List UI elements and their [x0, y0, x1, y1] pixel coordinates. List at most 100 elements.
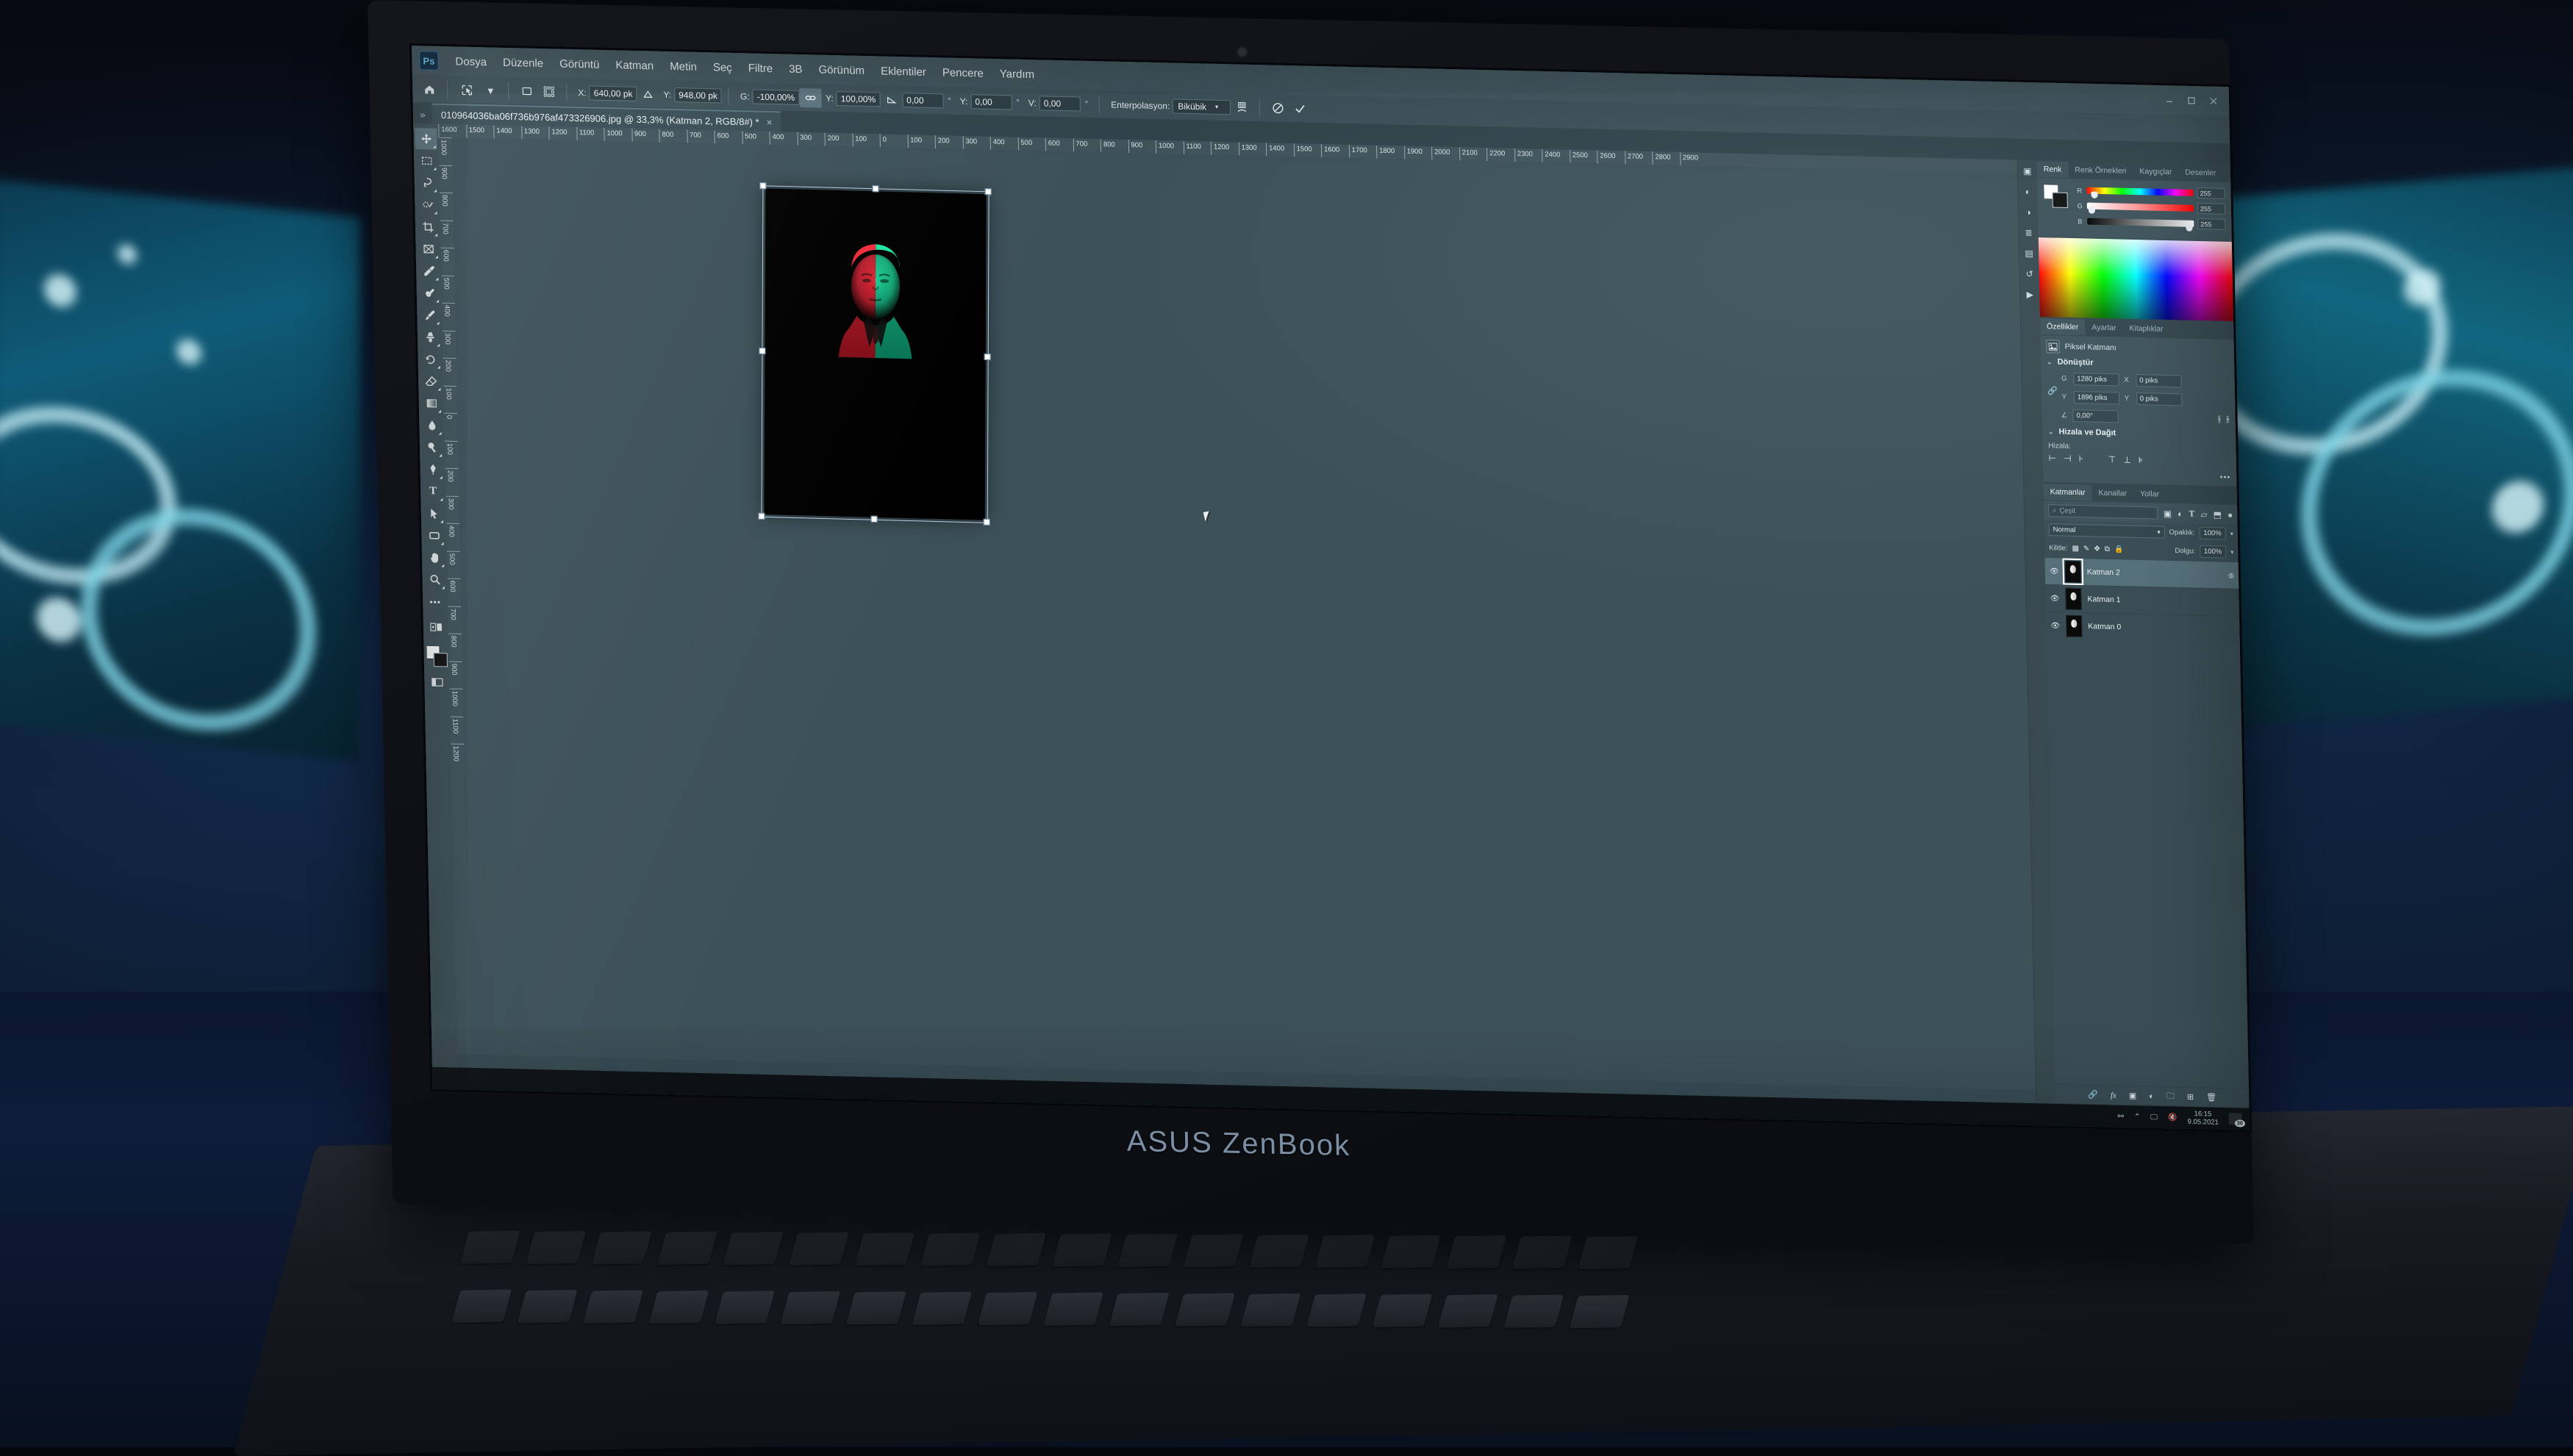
slider-track-r[interactable] — [2086, 187, 2193, 196]
color-panel-swatches[interactable] — [2043, 184, 2072, 209]
color-slider-g[interactable]: G 255 — [2078, 200, 2225, 215]
tab-desenler[interactable]: Desenler — [2178, 164, 2223, 181]
layer-row-katman-2[interactable]: 👁 Katman 2 ◍ — [2044, 557, 2239, 589]
commit-transform-icon[interactable] — [1289, 99, 1311, 119]
adjustment-filter-icon[interactable]: ◐ — [2177, 509, 2183, 519]
new-layer-icon[interactable]: ⊞ — [2187, 1092, 2194, 1102]
type-filter-icon[interactable]: T — [2189, 508, 2194, 519]
adjustment-layer-icon[interactable]: ◐ — [2149, 1091, 2154, 1100]
pixel-filter-icon[interactable]: ▣ — [2164, 508, 2172, 518]
height-field[interactable]: 1896 piks — [2074, 391, 2119, 404]
people-icon[interactable]: ⚯ — [2117, 1112, 2124, 1120]
transform-handle-top-right[interactable] — [985, 188, 992, 195]
layer-row-katman-0[interactable]: 👁 Katman 0 — [2046, 612, 2240, 643]
shape-filter-icon[interactable]: ▱ — [2200, 509, 2208, 519]
skew-h-field[interactable]: 0,00 — [970, 94, 1012, 110]
lock-artboard-icon[interactable]: ⧉ — [2105, 545, 2110, 553]
menu-filtre[interactable]: Filtre — [740, 59, 781, 78]
rectangle-tool[interactable] — [423, 525, 445, 547]
blur-tool[interactable] — [421, 415, 443, 437]
chevron-up-icon[interactable]: ⌃ — [2134, 1113, 2141, 1121]
reference-point-icon[interactable] — [637, 84, 659, 104]
menu-goruntu[interactable]: Görüntü — [551, 54, 608, 74]
move-tool[interactable] — [415, 128, 437, 150]
layer-visibility-icon[interactable]: 👁 — [2050, 567, 2059, 575]
color-icon[interactable]: ◑ — [2025, 207, 2031, 218]
menu-sec[interactable]: Seç — [705, 58, 740, 77]
tab-ayarlar[interactable]: Ayarlar — [2085, 319, 2123, 336]
tab-katmanlar[interactable]: Katmanlar — [2043, 484, 2091, 501]
more-options-icon[interactable]: ••• — [2049, 469, 2230, 482]
slider-track-b[interactable] — [2087, 218, 2194, 227]
clone-stamp-tool[interactable] — [419, 326, 442, 348]
angle-field[interactable]: 0,00° — [2072, 409, 2118, 423]
color-panel-background-swatch[interactable] — [2052, 193, 2067, 208]
minimize-icon[interactable] — [2164, 95, 2175, 105]
transform-handle-middle-right[interactable] — [984, 354, 991, 360]
rotate-angle-icon[interactable] — [880, 90, 903, 110]
lock-position-icon[interactable]: ✥ — [2094, 545, 2100, 553]
filter-toggle-icon[interactable]: ● — [2227, 509, 2233, 520]
close-icon[interactable]: × — [766, 116, 772, 127]
volume-muted-icon[interactable]: 🔇 — [2168, 1113, 2177, 1122]
align-bottom-icon[interactable]: ⊧ — [2139, 455, 2144, 465]
menu-eklentiler[interactable]: Eklentiler — [873, 62, 934, 82]
tab-ozellikler[interactable]: Özellikler — [2040, 318, 2086, 335]
align-right-icon[interactable]: ⊦ — [2079, 453, 2084, 464]
transform-bounding-box[interactable] — [761, 185, 989, 523]
transform-handle-top-left[interactable] — [759, 182, 766, 189]
smart-object-filter-icon[interactable]: ⬒ — [2214, 509, 2222, 520]
menu-yardim[interactable]: Yardım — [992, 64, 1043, 84]
lock-image-icon[interactable]: ✎ — [2083, 545, 2090, 553]
x-field[interactable]: 0 piks — [2136, 374, 2181, 387]
tab-kitapliklar[interactable]: Kitaplıklar — [2122, 320, 2170, 337]
cancel-transform-icon[interactable] — [1267, 98, 1289, 118]
warp-mode-icon[interactable] — [1231, 98, 1253, 118]
expand-panels-icon[interactable]: » — [413, 109, 432, 124]
eyedropper-tool[interactable] — [418, 260, 440, 282]
history-icon[interactable]: ↺ — [2026, 269, 2033, 279]
flip-horizontal-icon[interactable]: ⫲ — [2218, 413, 2221, 424]
path-selection-tool[interactable] — [422, 503, 445, 525]
transform-controls-icon[interactable] — [537, 82, 560, 101]
home-icon[interactable] — [418, 79, 441, 99]
align-center-h-icon[interactable]: ⊣ — [2064, 453, 2072, 464]
close-icon[interactable] — [2208, 96, 2219, 106]
slider-knob-b[interactable] — [2186, 225, 2192, 232]
dodge-tool[interactable] — [421, 437, 444, 459]
transform-handle-top-center[interactable] — [873, 185, 879, 192]
move-tool-preset-icon[interactable] — [454, 80, 480, 100]
lock-all-icon[interactable]: 🔒 — [2114, 545, 2124, 553]
tab-renk[interactable]: Renk — [2037, 161, 2069, 178]
menu-katman[interactable]: Katman — [607, 56, 662, 76]
color-spectrum[interactable] — [2039, 237, 2233, 321]
pen-tool[interactable] — [421, 459, 444, 481]
angle-field[interactable]: 0,00 — [902, 93, 943, 108]
transform-handle-bottom-left[interactable] — [758, 513, 765, 520]
auto-select-icon[interactable] — [515, 82, 538, 101]
align-middle-v-icon[interactable]: ⊥ — [2123, 455, 2131, 465]
edit-toolbar-tool[interactable]: ••• — [424, 591, 447, 613]
align-section-header[interactable]: ⌄ Hizala ve Dağıt — [2048, 427, 2230, 440]
eraser-tool[interactable] — [420, 370, 443, 392]
properties-icon[interactable]: ≣ — [2025, 228, 2032, 238]
slider-knob-g[interactable] — [2089, 207, 2095, 214]
chevron-down-icon[interactable]: ▾ — [2230, 549, 2233, 556]
layer-visibility-icon[interactable]: 👁 — [2050, 595, 2059, 603]
slider-knob-r[interactable] — [2091, 192, 2097, 198]
tab-yollar[interactable]: Yollar — [2133, 486, 2166, 503]
y-field[interactable]: 0 piks — [2136, 392, 2182, 406]
slider-value-r[interactable]: 255 — [2197, 187, 2225, 199]
layer-filter-input[interactable]: ⌕ Çeşit — [2048, 504, 2158, 519]
chain-link-icon[interactable] — [799, 87, 822, 107]
maximize-icon[interactable] — [2186, 96, 2197, 106]
align-left-icon[interactable]: ⊢ — [2049, 453, 2057, 463]
type-tool[interactable]: T — [422, 481, 445, 503]
library-icon[interactable]: ▣ — [2023, 166, 2032, 176]
width-field[interactable]: 1280 piks — [2073, 373, 2119, 386]
layer-style-fx-icon[interactable]: fx — [2111, 1091, 2116, 1100]
skew-v-field[interactable]: 0,00 — [1039, 96, 1081, 111]
notifications-icon[interactable]: 30 — [2229, 1113, 2242, 1125]
menu-duzenle[interactable]: Düzenle — [495, 53, 552, 73]
link-layers-icon[interactable]: 🔗 — [2088, 1090, 2098, 1100]
